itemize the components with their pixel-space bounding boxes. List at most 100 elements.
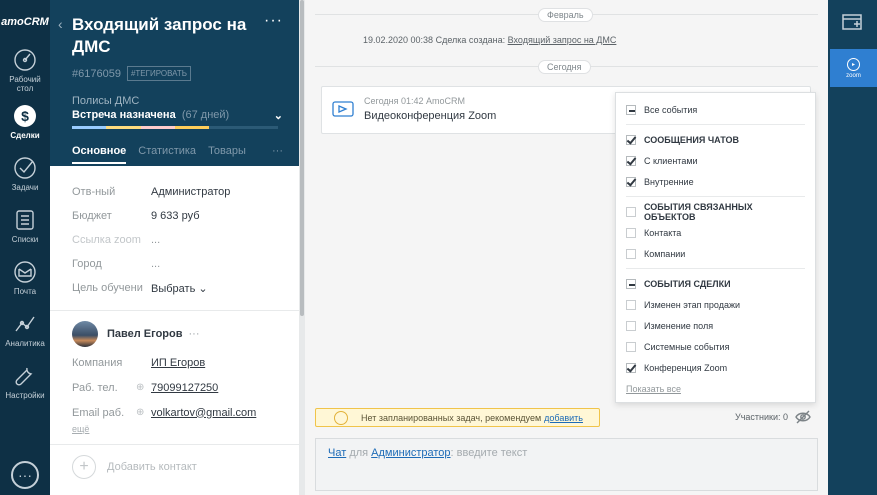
filter-item[interactable]: Контакта <box>626 222 805 243</box>
field-label: Ссылка zoom <box>72 234 141 246</box>
field-label: Город <box>72 258 102 270</box>
filter-item[interactable]: Системные события <box>626 336 805 357</box>
checkbox[interactable] <box>626 320 636 331</box>
contact-email-link[interactable]: volkartov@gmail.com <box>151 407 256 419</box>
plus-icon: + <box>72 455 96 479</box>
settings-icon <box>15 367 33 386</box>
filter-group-deal[interactable]: СОБЫТИЯ СДЕЛКИ <box>626 273 805 294</box>
chevron-down-icon: ⌄ <box>273 110 283 122</box>
show-all-link[interactable]: Показать все <box>626 384 805 394</box>
field-row: Отв-ный Администратор <box>72 180 283 204</box>
tab-statistics[interactable]: Статистика <box>138 145 196 164</box>
svg-text:$: $ <box>21 108 29 124</box>
filter-item[interactable]: Изменен этап продажи <box>626 294 805 315</box>
checkbox[interactable] <box>626 278 636 289</box>
filter-group-title: СОБЫТИЯ СДЕЛКИ <box>644 278 731 289</box>
filter-label: Все события <box>644 104 698 115</box>
card-title[interactable]: Входящий запрос на ДМС <box>72 14 262 58</box>
stage-days: (67 дней) <box>181 109 230 121</box>
field-label: Отв-ный <box>72 186 116 198</box>
checkbox[interactable] <box>626 155 636 166</box>
created-link[interactable]: Входящий запрос на ДМС <box>508 35 617 45</box>
add-task-link[interactable]: добавить <box>544 413 583 423</box>
tab-products[interactable]: Товары <box>208 145 246 164</box>
filter-label: Изменение поля <box>644 320 714 331</box>
nav-item-tasks[interactable]: Задачи <box>0 148 50 200</box>
add-contact-button[interactable]: + Добавить контакт <box>50 444 305 489</box>
nav-item-label: Задачи <box>11 183 39 192</box>
card-menu-icon[interactable]: ··· <box>264 12 283 30</box>
tab-main[interactable]: Основное <box>72 145 127 164</box>
chat-icon[interactable]: ··· <box>11 461 39 489</box>
nav-item-label: Рабочий стол <box>9 74 41 93</box>
filter-label: Контакта <box>644 227 682 238</box>
logo[interactable]: amoCRM <box>0 0 50 44</box>
composer-chat-link[interactable]: Чат <box>328 447 346 459</box>
nav-item-lists[interactable]: Списки <box>0 200 50 252</box>
eye-off-icon[interactable] <box>795 409 811 425</box>
lists-icon <box>16 210 34 230</box>
tag-button[interactable]: #ТЕГИРОВАТЬ <box>126 66 192 81</box>
message-composer[interactable]: Чат для Администратор: введите текст <box>315 438 818 491</box>
filter-all[interactable]: Все события <box>626 99 805 120</box>
field-select-goal[interactable]: Выбрать ⌄ <box>151 282 208 295</box>
collapse-panel-icon[interactable] <box>840 10 864 34</box>
checkbox[interactable] <box>626 248 636 259</box>
checkbox[interactable] <box>626 134 636 145</box>
avatar[interactable] <box>72 321 98 347</box>
stage-name: Встреча назначена <box>72 109 176 121</box>
chevron-down-icon: ⌄ <box>198 282 208 295</box>
contact-label: Email раб. <box>72 406 125 419</box>
contact-more-link[interactable]: ещё <box>72 424 283 434</box>
zoom-button[interactable]: ▸ zoom <box>830 49 877 87</box>
checkbox[interactable] <box>626 176 636 187</box>
month-label: Февраль <box>538 8 593 22</box>
filter-item[interactable]: Внутренние <box>626 171 805 192</box>
filter-item[interactable]: Изменение поля <box>626 315 805 336</box>
events-filter-dropdown: Все события СООБЩЕНИЯ ЧАТОВ С клиентами … <box>615 92 816 403</box>
notice-text: Нет запланированных задач, рекомендуем <box>361 412 542 423</box>
field-label: Цель обучени <box>72 282 143 294</box>
contact-phone-link[interactable]: 79099127250 <box>151 382 218 394</box>
field-value-zoom-link[interactable]: ... <box>151 234 160 246</box>
filter-item[interactable]: С клиентами <box>626 150 805 171</box>
checkbox[interactable] <box>626 227 636 238</box>
card-tabs: Основное Статистика Товары ··· <box>72 145 283 164</box>
filter-group-chats[interactable]: СООБЩЕНИЯ ЧАТОВ <box>626 129 805 150</box>
checkbox[interactable] <box>626 299 636 310</box>
checkbox-all[interactable] <box>626 104 636 115</box>
tabs-more-icon[interactable]: ··· <box>272 145 283 164</box>
contact-row: Раб. тел. ⊕ 79099127250 <box>72 376 283 399</box>
filter-label: С клиентами <box>644 155 698 166</box>
contact-name[interactable]: Павел Егоров <box>107 328 183 340</box>
stage-select[interactable]: Встреча назначена (67 дней) ⌄ <box>72 109 283 122</box>
card-id-row: #6176059 #ТЕГИРОВАТЬ <box>72 66 283 81</box>
field-value-city[interactable]: ... <box>151 258 160 270</box>
filter-group-title: СОБЫТИЯ СВЯЗАННЫХ ОБЪЕКТОВ <box>644 201 753 222</box>
checkbox[interactable] <box>626 206 636 217</box>
nav-item-deals[interactable]: $ Сделки <box>0 96 50 148</box>
nav-item-mail[interactable]: Почта <box>0 252 50 304</box>
checkbox[interactable] <box>626 341 636 352</box>
nav-item-settings[interactable]: Настройки <box>0 356 50 408</box>
back-icon[interactable]: ‹ <box>58 16 63 32</box>
left-nav: amoCRM Рабочий стол $ Сделки Задачи Спис… <box>0 0 50 495</box>
email-icon[interactable]: ⊕ <box>136 407 151 418</box>
contact-menu-icon[interactable]: ··· <box>189 328 200 340</box>
nav-item-dashboard[interactable]: Рабочий стол <box>0 44 50 96</box>
nav-item-analytics[interactable]: Аналитика <box>0 304 50 356</box>
phone-icon[interactable]: ⊕ <box>136 382 151 393</box>
filter-item[interactable]: Конференция Zoom <box>626 357 805 378</box>
checkbox[interactable] <box>626 362 636 373</box>
tasks-icon <box>14 157 36 179</box>
filter-item[interactable]: Компании <box>626 243 805 264</box>
field-value-responsible[interactable]: Администратор <box>151 186 230 198</box>
field-row: Цель обучени Выбрать ⌄ <box>72 276 283 300</box>
contact-company-link[interactable]: ИП Егоров <box>151 357 205 369</box>
field-value-budget[interactable]: 9 633 руб <box>151 210 200 222</box>
composer-for: для <box>349 447 369 459</box>
filter-group-related[interactable]: СОБЫТИЯ СВЯЗАННЫХ ОБЪЕКТОВ <box>626 201 805 222</box>
composer-user-link[interactable]: Администратор <box>371 447 450 459</box>
zoom-label: zoom <box>846 72 861 79</box>
scrollbar-thumb[interactable] <box>300 0 304 316</box>
